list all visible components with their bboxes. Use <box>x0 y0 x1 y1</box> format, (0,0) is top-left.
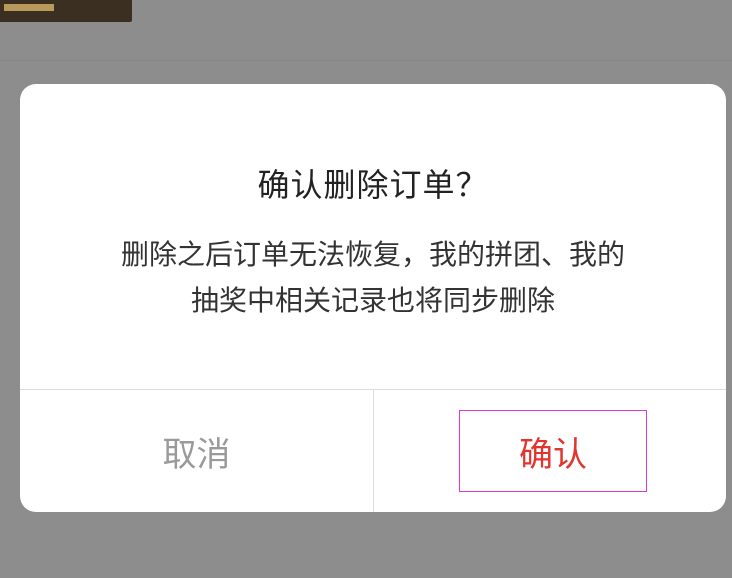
confirm-button-area[interactable]: 确认 <box>374 390 726 512</box>
confirm-button[interactable]: 确认 <box>459 410 647 492</box>
thumbnail-strip <box>4 4 54 11</box>
background-thumbnail <box>0 0 132 22</box>
dialog-title: 确认删除订单？ <box>257 166 489 204</box>
background-divider <box>0 60 732 61</box>
cancel-button[interactable]: 取消 <box>20 390 373 512</box>
dialog-message-line-1: 删除之后订单无法恢复，我的拼团、我的 <box>120 238 625 271</box>
dialog-message: 删除之后订单无法恢复，我的拼团、我的 抽奖中相关记录也将同步删除 <box>60 232 686 324</box>
confirm-delete-dialog: 确认删除订单？ 删除之后订单无法恢复，我的拼团、我的 抽奖中相关记录也将同步删除… <box>20 84 726 512</box>
dialog-message-line-2: 抽奖中相关记录也将同步删除 <box>190 284 555 317</box>
